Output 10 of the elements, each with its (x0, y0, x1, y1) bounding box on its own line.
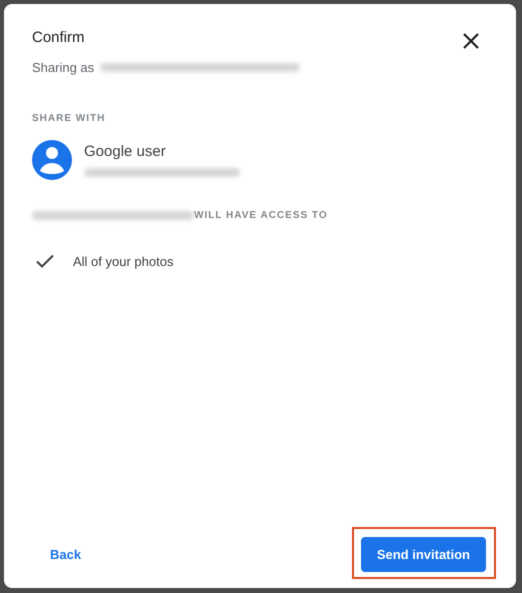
recipient-name: Google user (84, 143, 167, 160)
send-invitation-button[interactable]: Send invitation (360, 537, 486, 572)
back-button[interactable]: Back (36, 539, 96, 570)
close-icon (463, 33, 479, 49)
section-label: SHARE WITH (32, 113, 106, 124)
dialog-title: Confirm (32, 29, 85, 46)
avatar-icon (32, 140, 72, 180)
sharing-as-label: Sharing as (32, 60, 94, 75)
access-item-label: All of your photos (73, 254, 174, 268)
access-label: WILL HAVE ACCESS TO (194, 210, 328, 221)
